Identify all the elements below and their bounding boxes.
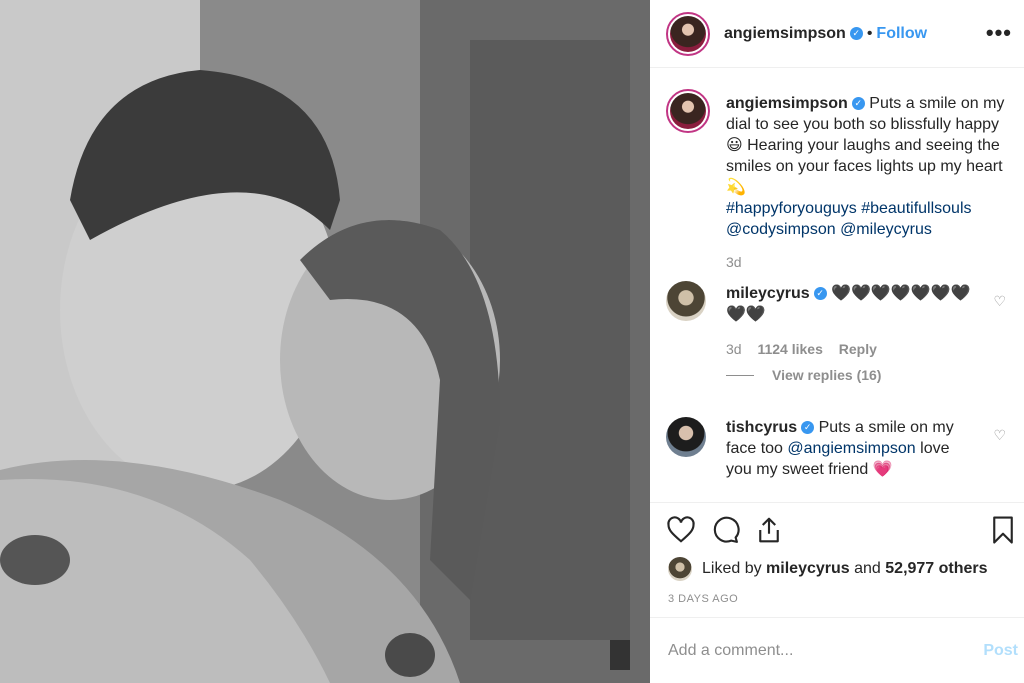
commenter-avatar[interactable] [666, 417, 706, 457]
liker-avatar[interactable] [668, 557, 692, 581]
author-avatar[interactable] [666, 11, 710, 56]
caption-mentions[interactable]: @codysimpson @mileycyrus [726, 221, 932, 238]
liker-username[interactable]: mileycyrus [766, 560, 850, 578]
reply-button[interactable]: Reply [839, 341, 877, 357]
post-actions: Liked by mileycyrus and 52,977 others 3 … [650, 502, 1024, 616]
caption: angiemsimpson ✓ Puts a smile on my dial t… [666, 89, 1006, 270]
likes-summary[interactable]: Liked by mileycyrus and 52,977 others [668, 557, 988, 581]
more-options-icon[interactable]: ••• [986, 20, 1012, 46]
view-replies-label: View replies (16) [772, 367, 882, 383]
comment-item: ♡ tishcyrus ✓ Puts a smile on my face too… [666, 417, 1006, 480]
caption-hashtags[interactable]: #happyforyouguys #beautifullsouls [726, 200, 972, 217]
likes-others[interactable]: 52,977 others [885, 560, 987, 578]
header-separator: • [866, 24, 873, 42]
verified-badge-icon: ✓ [801, 421, 815, 435]
comment-author[interactable]: tishcyrus [726, 419, 797, 436]
author-username[interactable]: angiemsimpson [724, 25, 846, 43]
follow-button[interactable]: Follow [876, 25, 927, 43]
likes-prefix: Liked by [702, 560, 762, 577]
caption-avatar[interactable] [666, 89, 710, 133]
post-photo[interactable] [0, 0, 650, 683]
heart-icon[interactable] [666, 515, 696, 550]
verified-badge-icon: ✓ [849, 27, 863, 40]
replies-divider [726, 374, 754, 376]
commenter-avatar[interactable] [666, 281, 706, 321]
verified-badge-icon: ✓ [851, 97, 865, 111]
post-comment-button[interactable]: Post [983, 642, 1018, 660]
comment-likes[interactable]: 1124 likes [757, 341, 822, 357]
comment-like-heart-icon[interactable]: ♡ [993, 427, 1006, 444]
share-icon[interactable] [754, 515, 784, 550]
comment-time[interactable]: 3d [726, 341, 742, 357]
bookmark-icon[interactable] [988, 515, 1018, 550]
add-comment-bar: Post [650, 617, 1024, 683]
caption-author[interactable]: angiemsimpson [726, 95, 848, 112]
comment-item: ♡ mileycyrus ✓ 🖤🖤🖤🖤🖤🖤🖤🖤🖤 3d 1124 likes Re… [666, 281, 1006, 383]
comment-author[interactable]: mileycyrus [726, 285, 810, 302]
post-date[interactable]: 3 DAYS AGO [668, 593, 738, 605]
caption-time[interactable]: 3d [726, 254, 742, 270]
post-header: angiemsimpson ✓ • Follow ••• [650, 0, 1024, 68]
comment-input[interactable] [668, 638, 948, 664]
verified-badge-icon: ✓ [813, 287, 827, 301]
comment-like-heart-icon[interactable]: ♡ [993, 293, 1006, 310]
comment-mention[interactable]: @angiemsimpson [787, 440, 915, 457]
post-sidebar: angiemsimpson ✓ • Follow ••• angiemsimps… [650, 0, 1024, 683]
post-image [0, 0, 650, 683]
view-replies-button[interactable]: View replies (16) [726, 367, 1006, 383]
likes-and: and [854, 560, 881, 577]
comment-icon[interactable] [710, 515, 740, 550]
comments-list[interactable]: angiemsimpson ✓ Puts a smile on my dial t… [650, 69, 1024, 501]
